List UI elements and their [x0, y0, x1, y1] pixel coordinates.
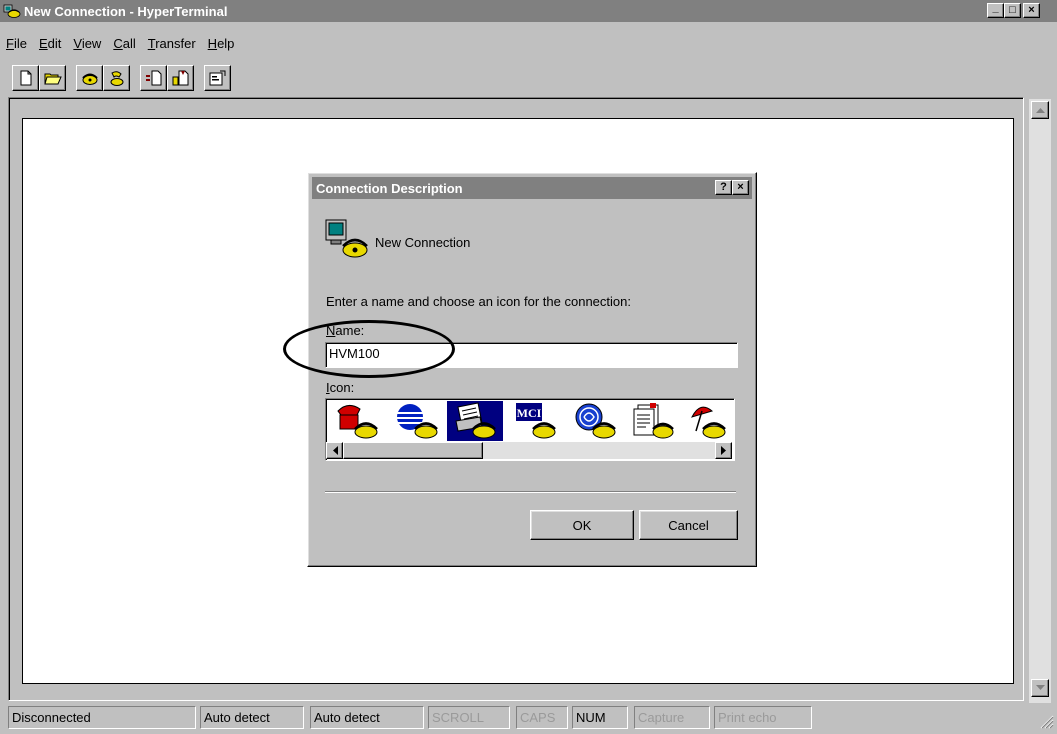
- new-icon: [20, 70, 31, 86]
- dialog-title: Connection Description: [316, 180, 463, 196]
- receive-icon: [172, 70, 188, 86]
- open-icon: [43, 73, 62, 85]
- menu-call[interactable]: Call: [107, 34, 141, 54]
- fax-phone-icon: [455, 402, 496, 439]
- connect-icon: [81, 73, 98, 85]
- scroll-up-button[interactable]: [1031, 101, 1049, 119]
- globe-phone-icon: [397, 404, 438, 439]
- disconnect-icon: [110, 71, 123, 86]
- status-print-echo: Print echo: [714, 706, 812, 729]
- scroll-left-button[interactable]: [326, 442, 343, 459]
- maximize-icon: □: [1009, 4, 1016, 16]
- scroll-right-icon: [720, 446, 726, 455]
- minimize-icon: _: [992, 2, 999, 14]
- properties-button[interactable]: [204, 65, 231, 91]
- status-scroll: SCROLL: [428, 706, 510, 729]
- instruction-text: Enter a name and choose an icon for the …: [326, 294, 631, 309]
- toolbar: [12, 64, 241, 92]
- status-detect-1: Auto detect: [200, 706, 304, 729]
- maximize-button[interactable]: □: [1004, 3, 1021, 18]
- send-icon: [145, 70, 161, 86]
- menu-file[interactable]: File: [0, 34, 33, 54]
- icon-option-fax-phone[interactable]: [447, 401, 503, 441]
- menu-edit[interactable]: Edit: [33, 34, 67, 54]
- mci-logo-text: MCI: [517, 406, 542, 420]
- connect-button[interactable]: [76, 65, 103, 91]
- resize-grip-icon[interactable]: [1038, 713, 1054, 729]
- hyperterminal-app-icon[interactable]: [3, 3, 21, 19]
- red-phone-icon: [337, 405, 378, 439]
- help-icon: ?: [720, 181, 727, 193]
- status-connection: Disconnected: [8, 706, 196, 729]
- window-titlebar: New Connection - HyperTerminal _ □ ×: [0, 0, 1057, 22]
- scroll-right-button[interactable]: [715, 442, 732, 459]
- menu-help[interactable]: Help: [202, 34, 241, 54]
- icon-option-red-phone[interactable]: [329, 401, 385, 441]
- dialog-help-button[interactable]: ?: [715, 180, 732, 195]
- scroll-up-icon: [1035, 108, 1045, 113]
- close-button[interactable]: ×: [1023, 3, 1040, 18]
- minimize-button[interactable]: _: [987, 3, 1004, 18]
- new-button[interactable]: [12, 65, 39, 91]
- icon-option-umbrella-phone[interactable]: [681, 401, 729, 441]
- icon-option-globe-phone[interactable]: [389, 401, 445, 441]
- icon-label: Icon:: [326, 380, 355, 395]
- scroll-left-icon: [332, 446, 338, 455]
- status-num: NUM: [572, 706, 628, 729]
- connection-name-label: New Connection: [375, 235, 471, 250]
- document-phone-icon: [633, 403, 674, 439]
- ok-button[interactable]: OK: [530, 510, 634, 540]
- open-button[interactable]: [39, 65, 66, 91]
- disconnect-button[interactable]: [103, 65, 130, 91]
- annotation-ellipse: [283, 320, 455, 378]
- mci-phone-icon: MCI: [516, 403, 556, 439]
- icon-option-document-phone[interactable]: [625, 401, 681, 441]
- icon-option-mci-phone[interactable]: MCI: [507, 401, 563, 441]
- vertical-scrollbar[interactable]: [1029, 99, 1051, 703]
- dialog-titlebar: Connection Description ? ×: [312, 177, 752, 199]
- umbrella-phone-icon: [691, 406, 726, 439]
- close-icon: ×: [1028, 4, 1035, 16]
- icon-list-horizontal-scrollbar[interactable]: [326, 442, 732, 459]
- dialog-separator: [325, 491, 736, 493]
- scroll-down-icon: [1035, 685, 1045, 690]
- dialog-close-button[interactable]: ×: [732, 180, 749, 195]
- ge-phone-icon: [575, 403, 616, 439]
- scroll-thumb[interactable]: [343, 442, 483, 459]
- receive-button[interactable]: [167, 65, 194, 91]
- menu-bar: File Edit View Call Transfer Help: [0, 34, 240, 54]
- icon-list[interactable]: MCI: [325, 398, 735, 461]
- menu-transfer[interactable]: Transfer: [142, 34, 202, 54]
- scroll-down-button[interactable]: [1031, 679, 1049, 697]
- close-icon: ×: [737, 181, 744, 193]
- status-detect-2: Auto detect: [310, 706, 424, 729]
- status-bar: Disconnected Auto detect Auto detect SCR…: [0, 705, 1057, 733]
- window-title: New Connection - HyperTerminal: [24, 3, 228, 19]
- status-caps: CAPS: [516, 706, 568, 729]
- send-button[interactable]: [140, 65, 167, 91]
- status-capture: Capture: [634, 706, 710, 729]
- icon-option-ge-phone[interactable]: [567, 401, 623, 441]
- cancel-button[interactable]: Cancel: [639, 510, 738, 540]
- window-controls: _ □ ×: [987, 3, 1040, 18]
- properties-icon: [209, 70, 225, 86]
- connection-icon: [325, 219, 368, 258]
- menu-view[interactable]: View: [67, 34, 107, 54]
